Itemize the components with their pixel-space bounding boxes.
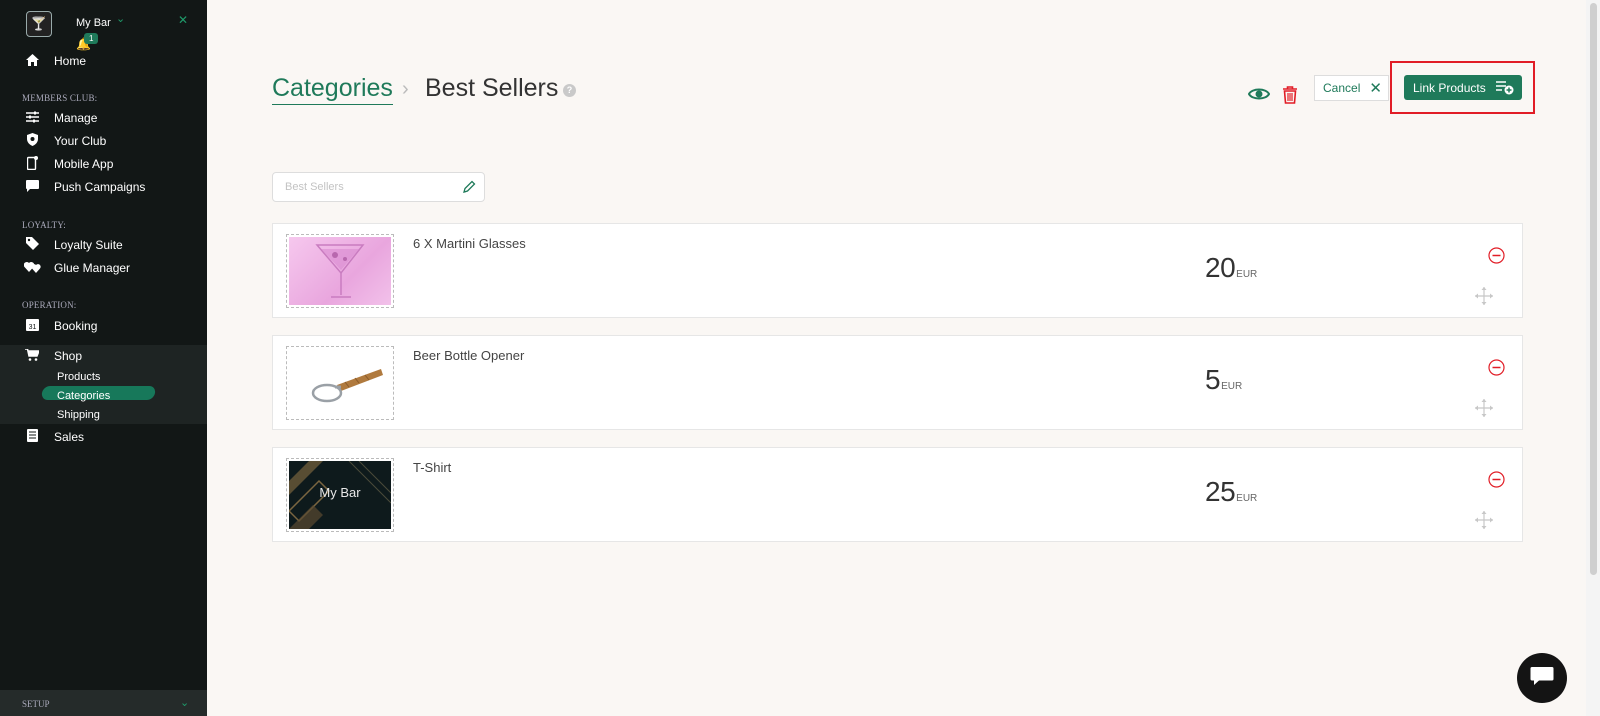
sidebar-item-label: Glue Manager bbox=[54, 261, 131, 275]
section-label-members: MEMBERS CLUB: bbox=[22, 93, 98, 103]
product-image-frame[interactable]: My Bar bbox=[286, 458, 394, 532]
tag-icon bbox=[24, 237, 40, 253]
sidebar-item-push-campaigns[interactable]: Push Campaigns bbox=[0, 176, 207, 198]
sidebar-subitem-products[interactable]: Products bbox=[57, 371, 100, 383]
venue-logo[interactable]: 🍸 bbox=[26, 11, 52, 37]
scrollbar-thumb[interactable] bbox=[1590, 3, 1597, 575]
sidebar-item-label: Shop bbox=[54, 349, 83, 363]
remove-circle-icon[interactable] bbox=[1488, 471, 1505, 488]
sidebar-subitem-shipping[interactable]: Shipping bbox=[57, 409, 100, 421]
calendar-icon: 31 bbox=[24, 318, 40, 334]
sidebar-item-loyalty-suite[interactable]: Loyalty Suite bbox=[0, 234, 207, 256]
close-icon: ✕ bbox=[1369, 80, 1382, 97]
tshirt-image: My Bar bbox=[289, 461, 391, 529]
sidebar-item-manage[interactable]: Manage bbox=[0, 107, 207, 129]
pencil-icon[interactable] bbox=[462, 180, 476, 194]
sidebar-item-label: Mobile App bbox=[54, 157, 114, 171]
trash-icon[interactable] bbox=[1282, 86, 1298, 104]
sidebar-item-label: Loyalty Suite bbox=[54, 238, 123, 252]
receipt-icon bbox=[24, 429, 40, 445]
playlist-add-icon bbox=[1496, 80, 1514, 95]
sidebar-item-shop[interactable]: Shop bbox=[0, 345, 207, 367]
sidebar-item-label: Home bbox=[54, 54, 87, 68]
section-label-loyalty: LOYALTY: bbox=[22, 220, 66, 230]
product-row: Beer Bottle Opener 5EUR bbox=[272, 335, 1523, 430]
drag-handle-icon[interactable] bbox=[1474, 286, 1494, 306]
link-products-button[interactable]: Link Products bbox=[1404, 75, 1522, 100]
product-name: 6 X Martini Glasses bbox=[413, 236, 526, 251]
setup-section-toggle[interactable]: SETUP ⌄ bbox=[0, 690, 207, 716]
drag-handle-icon[interactable] bbox=[1474, 398, 1494, 418]
cart-icon bbox=[24, 347, 41, 364]
vertical-scrollbar[interactable] bbox=[1586, 0, 1600, 716]
cancel-button[interactable]: Cancel ✕ bbox=[1314, 75, 1389, 101]
sidebar-item-label: Push Campaigns bbox=[54, 180, 146, 194]
sidebar-item-glue-manager[interactable]: Glue Manager bbox=[0, 257, 207, 279]
cancel-label: Cancel bbox=[1323, 81, 1361, 95]
sidebar-item-label: Your Club bbox=[54, 134, 107, 148]
product-image-frame[interactable] bbox=[286, 346, 394, 420]
price-value: 20 bbox=[1205, 252, 1236, 283]
remove-circle-icon[interactable] bbox=[1488, 359, 1505, 376]
chevron-down-icon[interactable]: ⌄ bbox=[116, 12, 125, 25]
price-value: 5 bbox=[1205, 364, 1221, 395]
remove-circle-icon[interactable] bbox=[1488, 247, 1505, 264]
product-name: Beer Bottle Opener bbox=[413, 348, 525, 363]
cocktail-glass-icon: 🍸 bbox=[30, 16, 48, 31]
product-price: 20EUR bbox=[1205, 252, 1257, 284]
product-price: 25EUR bbox=[1205, 476, 1257, 508]
chevron-down-icon: ⌄ bbox=[180, 697, 190, 709]
home-icon bbox=[24, 53, 40, 69]
chat-launcher-button[interactable] bbox=[1517, 653, 1567, 703]
tshirt-image-text: My Bar bbox=[319, 485, 361, 500]
help-icon[interactable]: ? bbox=[563, 84, 576, 97]
martini-glass-image bbox=[289, 237, 391, 305]
price-currency: EUR bbox=[1236, 493, 1258, 504]
notification-badge: 1 bbox=[84, 33, 99, 44]
sidebar-item-sales[interactable]: Sales bbox=[0, 426, 207, 448]
sidebar-item-label: Booking bbox=[54, 319, 98, 333]
drag-handle-icon[interactable] bbox=[1474, 510, 1494, 530]
chat-bubble-icon bbox=[24, 179, 40, 195]
sidebar-subitem-categories[interactable]: Categories bbox=[57, 390, 110, 402]
link-products-label: Link Products bbox=[1413, 80, 1486, 95]
sidebar-item-booking[interactable]: 31 Booking bbox=[0, 315, 207, 337]
sidebar-item-home[interactable]: Home bbox=[0, 50, 207, 72]
sliders-icon bbox=[24, 111, 40, 126]
sidebar-item-label: Manage bbox=[54, 111, 98, 125]
chat-icon bbox=[1530, 666, 1554, 691]
product-price: 5EUR bbox=[1205, 364, 1242, 396]
shield-icon bbox=[24, 133, 40, 149]
product-image-frame[interactable] bbox=[286, 234, 394, 308]
section-label-operation: OPERATION: bbox=[22, 300, 77, 310]
sidebar-item-your-club[interactable]: Your Club bbox=[0, 130, 207, 152]
sidebar-item-label: Sales bbox=[54, 430, 85, 444]
mobile-icon bbox=[24, 155, 40, 173]
eye-icon[interactable] bbox=[1247, 86, 1271, 102]
product-name: T-Shirt bbox=[413, 460, 452, 475]
category-name-input[interactable] bbox=[272, 172, 485, 202]
price-currency: EUR bbox=[1236, 269, 1258, 280]
breadcrumb-separator: › bbox=[402, 78, 409, 100]
sidebar: 🍸 My Bar ⌄ ✕ 🔔 1 Home MEMBERS CLUB: Mana… bbox=[0, 0, 207, 716]
price-value: 25 bbox=[1205, 476, 1236, 507]
product-row: 6 X Martini Glasses 20EUR bbox=[272, 223, 1523, 318]
price-currency: EUR bbox=[1221, 381, 1243, 392]
setup-label: SETUP bbox=[22, 699, 50, 709]
breadcrumb-categories-link[interactable]: Categories bbox=[272, 74, 393, 105]
product-row: My Bar T-Shirt 25EUR bbox=[272, 447, 1523, 542]
page-title: Best Sellers bbox=[425, 74, 559, 102]
hearts-icon bbox=[23, 260, 41, 276]
venue-name[interactable]: My Bar bbox=[76, 17, 111, 29]
close-icon[interactable]: ✕ bbox=[178, 13, 188, 27]
bottle-opener-image bbox=[289, 349, 391, 417]
sidebar-item-mobile-app[interactable]: Mobile App bbox=[0, 153, 207, 175]
calendar-day: 31 bbox=[28, 324, 36, 331]
